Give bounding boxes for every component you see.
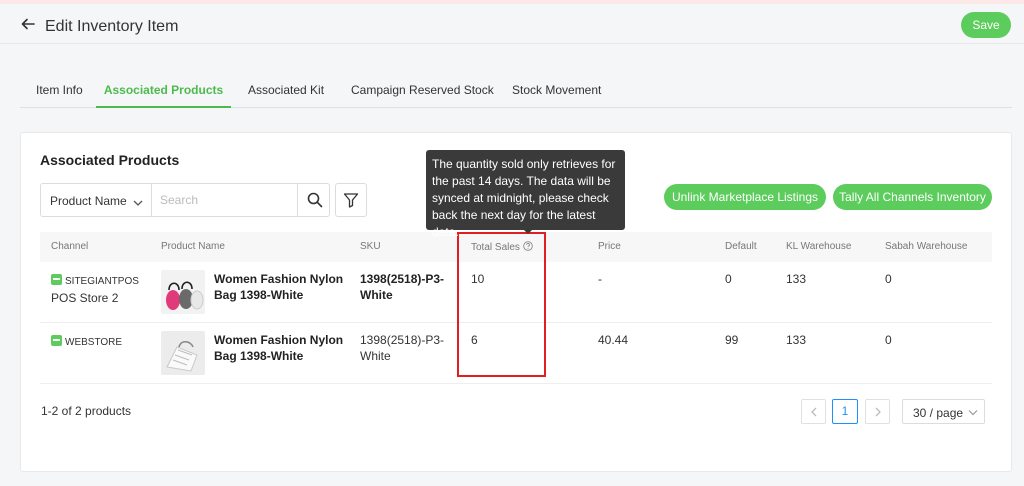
unlink-marketplace-listings-button[interactable]: Unlink Marketplace Listings [664, 184, 826, 210]
kl-warehouse-value: 133 [786, 272, 807, 286]
page-size-label: 30 / page [913, 406, 964, 420]
column-header-total-sales-label: Total Sales [471, 242, 520, 253]
kl-warehouse-value: 133 [786, 333, 807, 347]
filter-icon [343, 193, 359, 208]
product-thumbnail [161, 331, 205, 375]
tally-all-channels-inventory-button[interactable]: Tally All Channels Inventory [833, 184, 992, 210]
channel-cell: SITEGIANTPOS POS Store 2 [51, 272, 139, 306]
sabah-warehouse-value: 0 [885, 272, 892, 286]
product-name[interactable]: Women Fashion Nylon Bag 1398-White [214, 332, 344, 364]
total-sales-tooltip: The quantity sold only retrieves for the… [426, 150, 625, 239]
column-header-channel: Channel [51, 241, 89, 252]
search-field-select[interactable]: Product Name [41, 184, 152, 216]
store-name: POS Store 2 [51, 291, 119, 305]
page-number-button[interactable]: 1 [832, 399, 858, 424]
page-header: Edit Inventory Item Save [0, 4, 1024, 44]
table-header: Channel Product Name SKU Total Sales Pri… [40, 232, 992, 262]
webstore-channel-icon [51, 335, 62, 346]
sku-value: 1398(2518)-P3-White [360, 272, 445, 302]
search-input[interactable] [153, 185, 296, 215]
column-header-sku: SKU [360, 241, 381, 252]
search-button[interactable] [297, 184, 330, 216]
channel-name: SITEGIANTPOS [65, 276, 139, 287]
tab-bar: Item Info Associated Products Associated… [20, 72, 1012, 108]
tab-associated-products[interactable]: Associated Products [96, 72, 231, 108]
channel-name: WEBSTORE [65, 337, 123, 348]
next-page-button[interactable] [865, 399, 890, 424]
back-arrow-icon[interactable] [20, 16, 36, 32]
tab-item-info[interactable]: Item Info [36, 72, 83, 108]
filter-button[interactable] [335, 183, 367, 217]
header-divider [0, 43, 1024, 44]
tab-campaign-reserved-stock[interactable]: Campaign Reserved Stock [351, 72, 494, 108]
product-thumbnail [161, 270, 205, 314]
total-sales-value: 6 [471, 333, 478, 347]
price-value: 40.44 [598, 333, 629, 347]
prev-page-button[interactable] [801, 399, 826, 424]
chevron-left-icon [811, 407, 817, 417]
column-header-sabah-warehouse: Sabah Warehouse [885, 241, 968, 252]
page-size-select[interactable]: 30 / page [902, 399, 985, 424]
chevron-right-icon [875, 407, 881, 417]
sabah-warehouse-value: 0 [885, 333, 892, 347]
page-title: Edit Inventory Item [45, 18, 179, 35]
tab-stock-movement[interactable]: Stock Movement [512, 72, 601, 108]
search-field-label: Product Name [50, 194, 127, 208]
default-stock-value: 0 [725, 272, 732, 286]
channel-cell: WEBSTORE [51, 333, 122, 351]
tooltip-arrow [523, 229, 533, 234]
product-name[interactable]: Women Fashion Nylon Bag 1398-White [214, 271, 344, 303]
search-icon [307, 192, 323, 208]
column-header-product-name: Product Name [161, 241, 225, 252]
column-header-default: Default [725, 241, 757, 252]
results-count: 1-2 of 2 products [41, 404, 132, 418]
chevron-down-icon [133, 196, 143, 206]
table-row: WEBSTORE Women Fashion Nylon Bag 1398-Wh… [40, 323, 992, 384]
sku-value: 1398(2518)-P3-White [360, 333, 445, 363]
search-bar: Product Name [40, 183, 330, 217]
price-value: - [598, 272, 602, 286]
pos-channel-icon [51, 274, 62, 285]
column-header-kl-warehouse: KL Warehouse [786, 241, 852, 252]
default-stock-value: 99 [725, 333, 739, 347]
save-button[interactable]: Save [961, 12, 1011, 38]
associated-products-card: Associated Products Product Name The qua… [20, 132, 1012, 472]
help-circle-icon[interactable] [523, 241, 533, 251]
column-header-total-sales: Total Sales [471, 241, 533, 253]
table-row: SITEGIANTPOS POS Store 2 Women Fashion N… [40, 262, 992, 323]
tab-associated-kit[interactable]: Associated Kit [248, 72, 324, 108]
column-header-price: Price [598, 241, 621, 252]
chevron-down-icon [968, 410, 978, 416]
section-title: Associated Products [40, 152, 180, 168]
total-sales-value: 10 [471, 272, 485, 286]
